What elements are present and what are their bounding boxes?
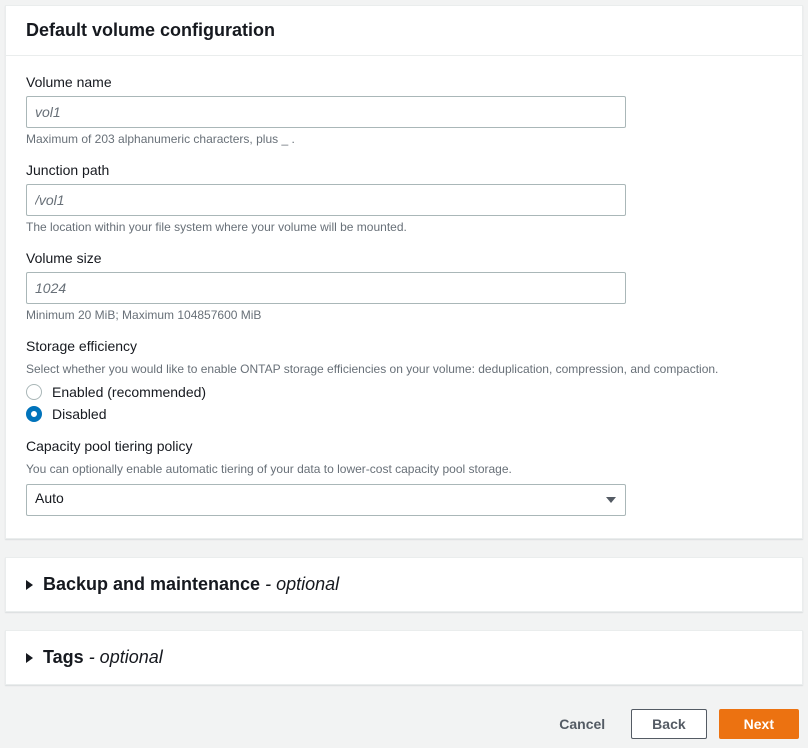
radio-disabled[interactable]: Disabled	[26, 406, 782, 422]
radio-icon	[26, 384, 42, 400]
volume-name-input[interactable]	[26, 96, 626, 128]
storage-efficiency-description: Select whether you would like to enable …	[26, 360, 782, 378]
volume-name-group: Volume name Maximum of 203 alphanumeric …	[26, 74, 782, 146]
junction-path-group: Junction path The location within your f…	[26, 162, 782, 234]
tags-title-text: Tags	[43, 647, 84, 667]
tags-section: Tags - optional	[5, 630, 803, 685]
tiering-policy-select-wrap: Auto	[26, 484, 626, 516]
caret-right-icon	[26, 580, 33, 590]
tags-title: Tags - optional	[43, 647, 163, 668]
panel-body: Volume name Maximum of 203 alphanumeric …	[6, 56, 802, 538]
backup-maintenance-section: Backup and maintenance - optional	[5, 557, 803, 612]
tags-optional-text: - optional	[84, 647, 163, 667]
volume-size-input[interactable]	[26, 272, 626, 304]
caret-right-icon	[26, 653, 33, 663]
tiering-policy-select[interactable]: Auto	[26, 484, 626, 516]
backup-maintenance-header[interactable]: Backup and maintenance - optional	[6, 558, 802, 611]
tiering-policy-label: Capacity pool tiering policy	[26, 438, 782, 454]
next-button[interactable]: Next	[719, 709, 799, 739]
radio-enabled-label: Enabled (recommended)	[52, 384, 206, 400]
radio-enabled[interactable]: Enabled (recommended)	[26, 384, 782, 400]
volume-name-label: Volume name	[26, 74, 782, 90]
panel-title: Default volume configuration	[26, 20, 782, 41]
volume-name-hint: Maximum of 203 alphanumeric characters, …	[26, 132, 782, 146]
tiering-policy-description: You can optionally enable automatic tier…	[26, 460, 782, 478]
backup-title-text: Backup and maintenance	[43, 574, 260, 594]
backup-optional-text: - optional	[260, 574, 339, 594]
volume-size-hint: Minimum 20 MiB; Maximum 104857600 MiB	[26, 308, 782, 322]
tiering-policy-group: Capacity pool tiering policy You can opt…	[26, 438, 782, 516]
storage-efficiency-label: Storage efficiency	[26, 338, 782, 354]
back-button[interactable]: Back	[631, 709, 706, 739]
tags-header[interactable]: Tags - optional	[6, 631, 802, 684]
cancel-button[interactable]: Cancel	[545, 710, 619, 738]
junction-path-input[interactable]	[26, 184, 626, 216]
volume-size-label: Volume size	[26, 250, 782, 266]
junction-path-hint: The location within your file system whe…	[26, 220, 782, 234]
radio-disabled-label: Disabled	[52, 406, 106, 422]
volume-size-group: Volume size Minimum 20 MiB; Maximum 1048…	[26, 250, 782, 322]
storage-efficiency-group: Storage efficiency Select whether you wo…	[26, 338, 782, 422]
volume-config-panel: Default volume configuration Volume name…	[5, 5, 803, 539]
backup-title: Backup and maintenance - optional	[43, 574, 339, 595]
panel-header: Default volume configuration	[6, 6, 802, 56]
radio-icon-selected	[26, 406, 42, 422]
junction-path-label: Junction path	[26, 162, 782, 178]
footer-actions: Cancel Back Next	[5, 703, 803, 743]
